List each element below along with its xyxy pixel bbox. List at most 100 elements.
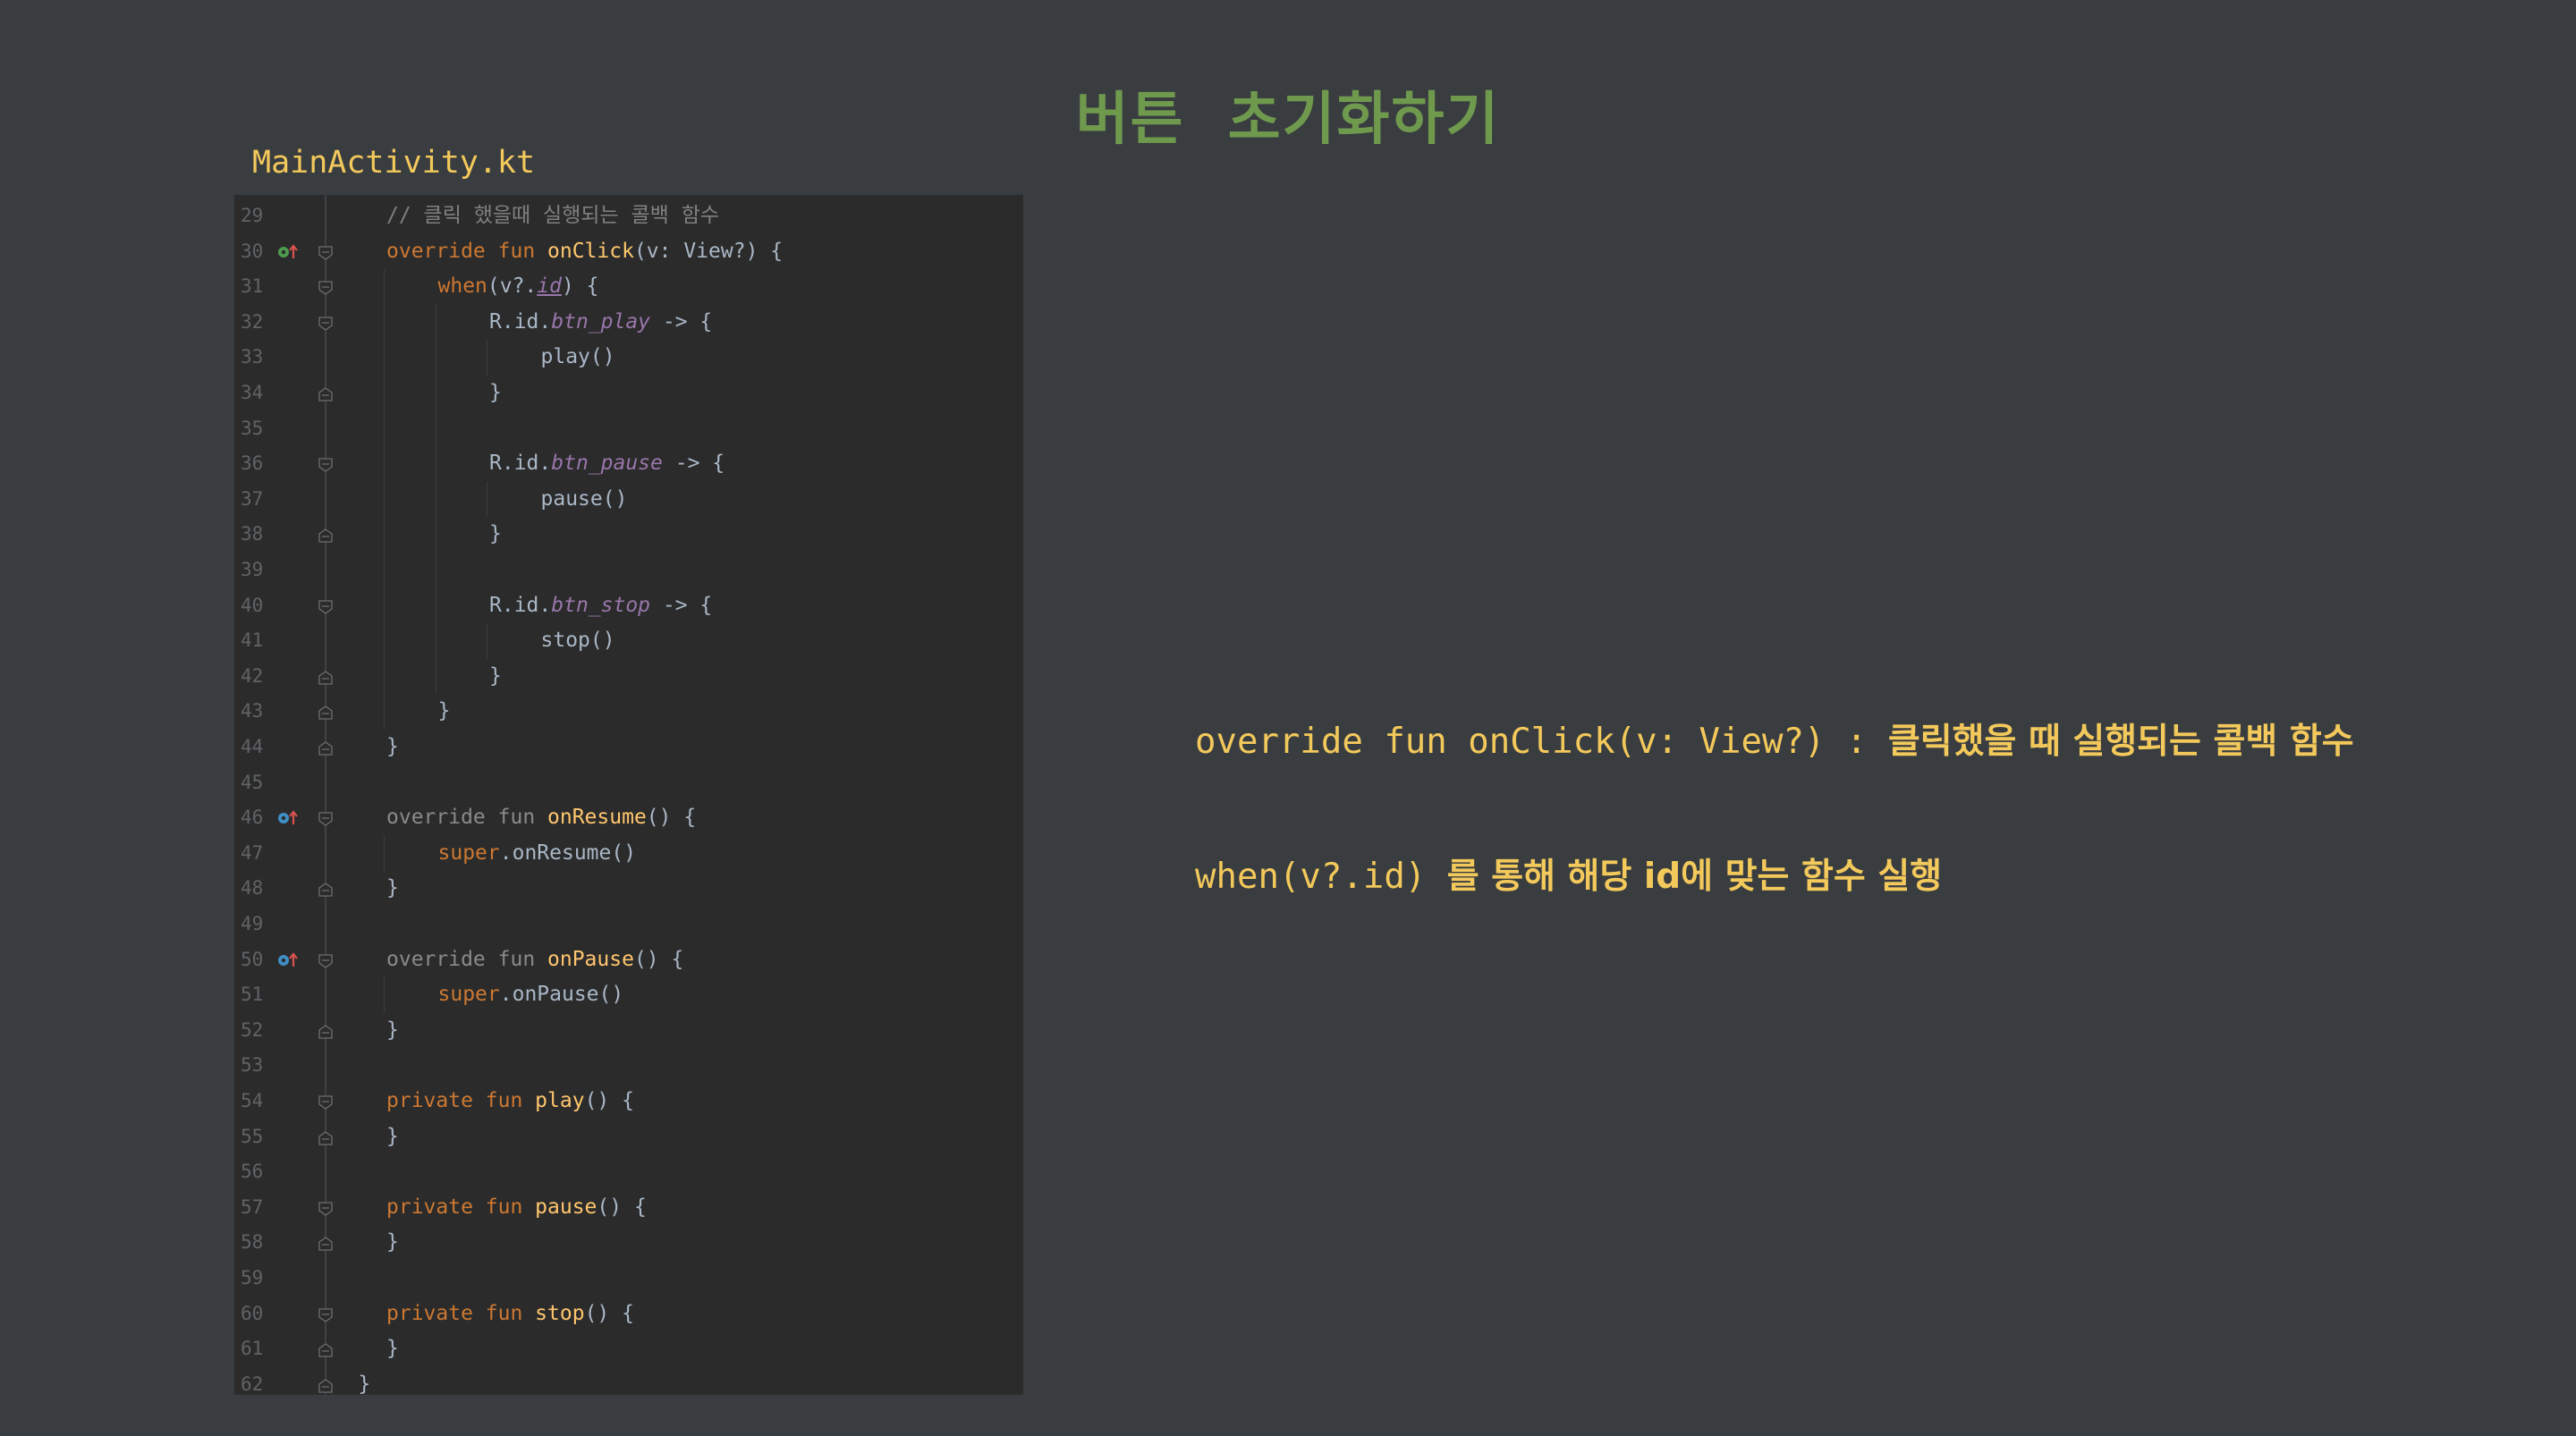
code-line[interactable]: 36 R.id.btn_pause -> { [234,446,1023,481]
fold-close-icon[interactable] [318,1342,334,1358]
code-token: } [386,1018,399,1042]
code-line[interactable]: 41 stop() [234,623,1023,658]
code-token: stop() [540,629,615,653]
fold-close-icon[interactable] [318,670,334,686]
fold-close-icon[interactable] [318,705,334,721]
fold-open-icon[interactable] [318,280,334,296]
fold-open-icon[interactable] [318,457,334,473]
code-text: } [438,694,451,729]
file-name-label: MainActivity.kt [252,145,536,181]
code-token: ) { [561,275,599,299]
code-token: } [386,1337,399,1361]
fold-close-icon[interactable] [318,386,334,402]
code-line[interactable]: 60 private fun stop() { [234,1297,1023,1331]
code-line[interactable]: 51 super.onPause() [234,977,1023,1012]
fold-open-icon[interactable] [318,1307,334,1323]
line-number: 61 [241,1338,264,1360]
code-line[interactable]: 62} [234,1367,1023,1395]
code-line[interactable]: 49 [234,907,1023,942]
fold-close-icon[interactable] [318,740,334,756]
code-line[interactable]: 37 pause() [234,482,1023,517]
indent-guide [384,269,385,730]
code-line[interactable]: 43} [234,694,1023,729]
override-gutter-icon-blue[interactable] [277,951,301,969]
line-number: 55 [241,1125,264,1147]
code-line[interactable]: 35 [234,411,1023,446]
code-token: } [386,1124,399,1148]
fold-open-icon[interactable] [318,599,334,615]
code-line[interactable]: 53 [234,1048,1023,1083]
line-number: 31 [241,275,264,298]
code-line[interactable]: 47 super.onResume() [234,836,1023,871]
code-line[interactable]: 45 [234,765,1023,800]
code-token: -> { [662,452,725,476]
code-text: override fun onResume() { [386,800,696,835]
fold-close-icon[interactable] [318,1236,334,1252]
description-when-code: when(v?.id) [1195,857,1447,897]
code-line[interactable]: 59 [234,1261,1023,1296]
code-token: private fun [386,1301,536,1325]
code-token: stop [535,1301,585,1325]
code-line[interactable]: 56 [234,1154,1023,1189]
code-token: play [535,1089,585,1112]
fold-open-icon[interactable] [318,953,334,969]
code-token: when [437,275,487,299]
code-line[interactable]: 30 override fun onClick(v: View?) { [234,234,1023,269]
fold-open-icon[interactable] [318,1094,334,1111]
code-line[interactable]: 46 override fun onResume() { [234,800,1023,835]
code-line[interactable]: 44} [234,730,1023,764]
code-token: private fun [386,1195,536,1219]
description-when-text: 를 통해 해당 id에 맞는 함수 실행 [1446,857,1943,897]
code-line[interactable]: 57 private fun pause() { [234,1190,1023,1225]
code-token: super [437,840,500,865]
line-number: 60 [241,1302,264,1324]
override-gutter-icon-green[interactable] [277,243,301,261]
code-token: (v: View?) { [633,239,784,263]
code-token: override fun [386,947,548,971]
code-line[interactable]: 61} [234,1331,1023,1366]
code-line[interactable]: 38} [234,517,1023,552]
code-line[interactable]: 40 R.id.btn_stop -> { [234,588,1023,623]
fold-open-icon[interactable] [318,811,334,827]
code-line[interactable]: 33 play() [234,340,1023,375]
code-editor[interactable]: 29 // 클릭 했을때 실행되는 콜백 함수 30 override fun onC… [234,195,1023,1395]
code-text: } [489,517,502,552]
fold-open-icon[interactable] [318,245,334,261]
code-line[interactable]: 52} [234,1013,1023,1048]
code-token: } [489,522,502,546]
code-token: .onResume() [499,840,637,865]
code-line[interactable]: 29 // 클릭 했을때 실행되는 콜백 함수 [234,199,1023,233]
fold-close-icon[interactable] [318,882,334,898]
code-line[interactable]: 50 override fun onPause() { [234,942,1023,977]
line-number: 54 [241,1090,264,1111]
line-number: 57 [241,1195,264,1218]
code-text: } [386,1331,399,1366]
line-number: 39 [241,559,264,580]
line-number: 36 [241,452,264,475]
code-line[interactable]: 42} [234,659,1023,694]
fold-close-icon[interactable] [318,1378,334,1394]
code-token: (v?. [487,275,538,299]
code-token: pause [535,1195,597,1219]
fold-close-icon[interactable] [318,1130,334,1146]
line-number: 32 [241,310,264,333]
override-gutter-icon-blue[interactable] [277,809,301,827]
code-text: } [489,376,502,410]
code-line[interactable]: 39 [234,553,1023,587]
fold-open-icon[interactable] [318,1201,334,1217]
code-line[interactable]: 55} [234,1119,1023,1154]
indent-guide [384,835,385,872]
code-line[interactable]: 34} [234,376,1023,410]
code-line[interactable]: 31 when(v?.id) { [234,269,1023,304]
fold-close-icon[interactable] [318,1024,334,1040]
code-line[interactable]: 32 R.id.btn_play -> { [234,305,1023,340]
fold-open-icon[interactable] [318,316,334,332]
line-number: 46 [241,807,264,829]
code-line[interactable]: 48} [234,871,1023,906]
line-number: 33 [241,346,264,368]
fold-close-icon[interactable] [318,528,334,544]
code-line[interactable]: 58} [234,1225,1023,1260]
code-line[interactable]: 54 private fun play() { [234,1084,1023,1119]
code-text: } [489,659,502,694]
code-token: () { [646,806,697,830]
